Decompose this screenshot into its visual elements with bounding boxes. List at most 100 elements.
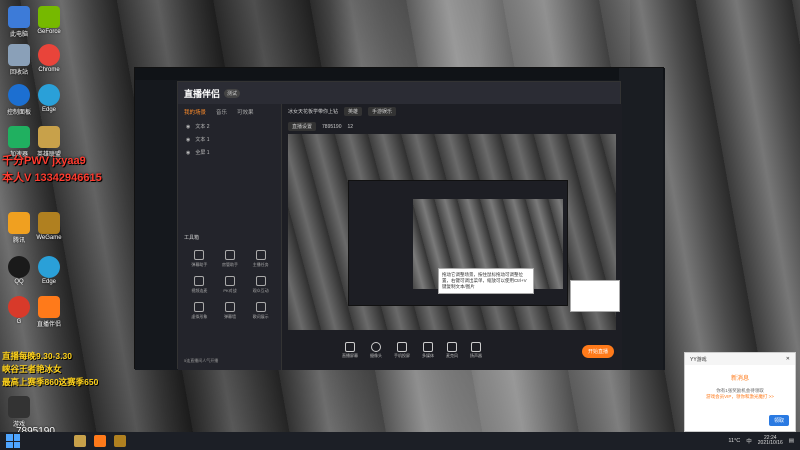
- desktop-icon-this-pc[interactable]: 此电脑: [4, 6, 34, 38]
- notification-header: YY游戏 ✕: [685, 353, 795, 365]
- desktop-icon-geforce[interactable]: GeForce: [34, 6, 64, 35]
- tab-music[interactable]: 音乐: [216, 108, 227, 116]
- weather-label[interactable]: 11°C: [728, 438, 740, 444]
- go-live-button[interactable]: 开始直播: [581, 345, 614, 358]
- overlay-text-schedule: 直播每晚9.30-3.30: [2, 351, 72, 361]
- desktop-icon-wegame[interactable]: WeGame: [34, 212, 64, 241]
- wall-icon: [224, 302, 235, 312]
- streaming-companion-window[interactable]: 直播伴侣 测试 我的场景 音乐 可效果 ◉ 文本 2 ◉ 文本 1 ◉ 全屏 1 工具…: [177, 81, 622, 370]
- league-taskbar-icon[interactable]: [74, 435, 86, 447]
- camera-button[interactable]: 摄像头: [370, 341, 382, 359]
- edge-icon: [38, 256, 60, 278]
- camera-icon: [371, 341, 381, 352]
- streamer-icon: [38, 296, 60, 318]
- start-button[interactable]: [6, 434, 20, 448]
- preview-tooltip: 拖动它调整场景，按住鼠标拖动可调整位置，右键可调出菜单，缩放可以使用Ctrl+V…: [438, 268, 534, 294]
- microphone-icon: [447, 341, 457, 352]
- layer-item[interactable]: ◉ 文本 2: [178, 120, 281, 133]
- tool-room-admin[interactable]: 房管助手: [215, 250, 246, 268]
- stream-subheader: 直播设置 7895190 12: [282, 119, 622, 134]
- speaker-icon: [471, 341, 481, 352]
- streamer-badge: 测试: [224, 88, 241, 98]
- lyrics-icon: [255, 302, 266, 312]
- room-type-pill[interactable]: 手游娱乐: [368, 107, 397, 116]
- system-tray: 11°C 中 22:24 2021/10/16 ▤: [728, 432, 794, 450]
- tool-danmaku-wall[interactable]: 弹幕墙: [215, 302, 246, 320]
- stream-title[interactable]: 冰女天花板学带你上钻: [288, 108, 338, 115]
- chat-icon: [194, 250, 205, 260]
- tool-audience-interact[interactable]: 观众互动: [245, 276, 276, 294]
- sidebar-footer: 5连直播间人气开播: [184, 358, 219, 363]
- desktop-icon-qq[interactable]: QQ: [4, 256, 34, 285]
- game-icon: [8, 396, 30, 418]
- room-settings-button[interactable]: 直播设置: [288, 122, 317, 131]
- phone-icon: [397, 341, 407, 352]
- category-pill[interactable]: 英雄: [344, 107, 363, 116]
- wegame-taskbar-icon[interactable]: [114, 435, 126, 447]
- game-client-window[interactable]: 4455 直播伴侣 测试 我的场景 音乐 可效果 ◉文本 2 ◉文本 1 ◉全屏…: [134, 67, 665, 370]
- media-icon: [423, 341, 433, 352]
- streamer-main: 冰女天花板学带你上钻 英雄 手游娱乐 直播设置 7895190 12 拖动它调整…: [282, 104, 622, 370]
- overlay-text-pwv: 千分PWV jxyaa9: [2, 155, 86, 167]
- media-button[interactable]: 多媒体: [422, 341, 434, 359]
- stream-preview[interactable]: 拖动它调整场景，按住鼠标拖动可调整位置，右键可调出菜单，缩放可以使用Ctrl+V…: [288, 134, 616, 330]
- eye-icon[interactable]: ◉: [186, 150, 190, 156]
- tool-lyrics[interactable]: 歌词展示: [245, 302, 276, 320]
- notification-popup[interactable]: YY游戏 ✕ 新消息 你有1张奖励机会待领取 游戏会员VIP，领你和激光魔打 >…: [684, 352, 796, 432]
- speaker-button[interactable]: 扬声器: [470, 341, 482, 359]
- desktop-icon-game[interactable]: 游戏: [4, 396, 34, 428]
- geforce-icon: [38, 6, 60, 28]
- layer-item[interactable]: ◉ 全屏 1: [178, 146, 281, 159]
- tool-streamer-tasks[interactable]: 主播任务: [245, 250, 276, 268]
- layer-item[interactable]: ◉ 文本 1: [178, 133, 281, 146]
- chrome-icon: [38, 44, 60, 66]
- notification-source: YY游戏: [690, 357, 707, 363]
- tab-my-scenes[interactable]: 我的场景: [184, 108, 206, 116]
- eye-icon[interactable]: ◉: [186, 124, 190, 130]
- notification-claim-button[interactable]: 领取: [768, 415, 789, 426]
- control-panel-icon: [8, 84, 30, 106]
- tool-danmaku-assistant[interactable]: 弹幕助手: [184, 250, 215, 268]
- ime-label[interactable]: 中: [746, 437, 752, 445]
- tool-video-link[interactable]: 视频连麦: [184, 276, 215, 294]
- toolbox-grid: 弹幕助手 房管助手 主播任务 视频连麦 PK对战 观众互动 虚拟形象 弹幕墙 歌…: [184, 250, 276, 320]
- clock[interactable]: 22:24 2021/10/16: [758, 435, 783, 447]
- fans-count: 12: [347, 123, 354, 130]
- taskbar-apps: [74, 435, 126, 447]
- screen-capture-button[interactable]: 直播屏幕: [342, 341, 358, 359]
- desktop-icon-chrome[interactable]: Chrome: [34, 44, 64, 73]
- tool-pk-battle[interactable]: PK对战: [215, 276, 246, 294]
- notification-link[interactable]: 游戏会员VIP，领你和激光魔打 >>: [685, 394, 795, 400]
- streamer-titlebar: 直播伴侣 测试: [178, 82, 620, 104]
- overlay-text-contact: 本人V 13342946615: [2, 172, 102, 184]
- desktop-icon-streamer[interactable]: 直播伴侣: [34, 296, 64, 328]
- notification-center-icon[interactable]: ▤: [789, 438, 794, 444]
- user-icon: [224, 250, 235, 260]
- desktop-icon-g[interactable]: G: [4, 296, 34, 325]
- desktop-icon-edge[interactable]: Edge: [34, 84, 64, 113]
- tool-virtual-avatar[interactable]: 虚拟形象: [184, 302, 215, 320]
- game-right-panel: [619, 68, 663, 370]
- tab-effects[interactable]: 可效果: [237, 108, 254, 116]
- taskbar: 11°C 中 22:24 2021/10/16 ▤: [0, 432, 800, 450]
- stream-header: 冰女天花板学带你上钻 英雄 手游娱乐: [282, 104, 622, 119]
- desktop-icon-tencent[interactable]: 腾讯: [4, 212, 34, 244]
- room-id: 7895190: [322, 123, 342, 130]
- eye-icon[interactable]: ◉: [186, 137, 190, 143]
- toolbox-title: 工具箱: [184, 235, 200, 241]
- g-app-icon: [8, 296, 30, 318]
- source-toolbar: 直播屏幕 摄像头 手机投屏 多媒体 麦克风 扬声器: [282, 330, 622, 370]
- monitor-icon: [345, 341, 355, 352]
- streamer-taskbar-icon[interactable]: [94, 435, 106, 447]
- phone-cast-button[interactable]: 手机投屏: [394, 341, 410, 359]
- computer-icon: [8, 6, 30, 28]
- close-icon[interactable]: ✕: [786, 356, 790, 362]
- microphone-button[interactable]: 麦克风: [446, 341, 458, 359]
- desktop-icon-control-panel[interactable]: 控制面板: [4, 84, 34, 116]
- edge-icon: [38, 84, 60, 106]
- mini-window[interactable]: [570, 280, 620, 312]
- avatar-icon: [194, 302, 205, 312]
- desktop-icon-edge-2[interactable]: Edge: [34, 256, 64, 285]
- desktop-icon-recycle-bin[interactable]: 回收站: [4, 44, 34, 76]
- recycle-bin-icon: [8, 44, 30, 66]
